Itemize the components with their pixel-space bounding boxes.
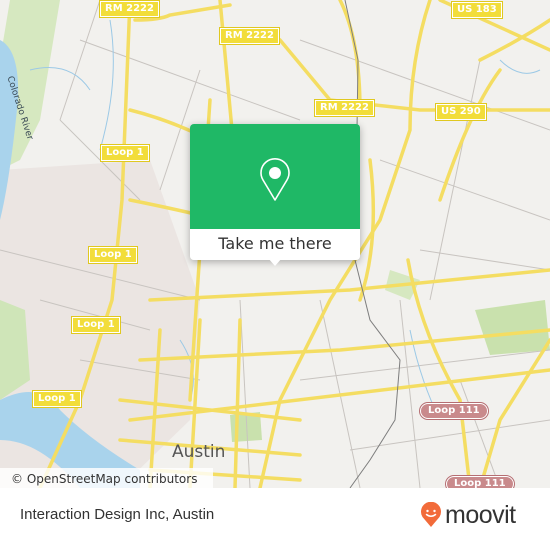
road-label-loop111-a: Loop 111 [419, 402, 489, 420]
road-label-rm2222-b: RM 2222 [219, 27, 280, 45]
map[interactable]: RM 2222 RM 2222 RM 2222 US 183 US 290 Lo… [0, 0, 550, 488]
popup-pointer [268, 258, 282, 266]
road-label-loop1-c: Loop 1 [71, 316, 121, 334]
take-me-there-button[interactable]: Take me there [190, 229, 360, 260]
road-label-loop1-a: Loop 1 [100, 144, 150, 162]
map-attribution[interactable]: © OpenStreetMap contributors [0, 468, 213, 488]
footer: Interaction Design Inc, Austin moovit [0, 488, 550, 550]
moovit-logo[interactable]: moovit [420, 500, 516, 530]
road-label-rm2222-a: RM 2222 [99, 0, 160, 18]
road-label-us183: US 183 [451, 1, 503, 19]
road-label-loop111-b: Loop 111 [445, 475, 515, 488]
moovit-pin-icon [421, 502, 441, 527]
brand-name: moovit [445, 500, 516, 529]
city-label: Austin [172, 442, 226, 462]
road-label-loop1-b: Loop 1 [88, 246, 138, 264]
take-me-there-popup[interactable]: Take me there [190, 124, 360, 266]
place-name: Interaction Design Inc, Austin [20, 506, 215, 523]
road-label-loop1-d: Loop 1 [32, 390, 82, 408]
road-label-us290: US 290 [435, 103, 487, 121]
map-pin-icon [260, 158, 290, 201]
road-label-rm2222-c: RM 2222 [314, 99, 375, 117]
popup-header[interactable] [190, 124, 360, 229]
